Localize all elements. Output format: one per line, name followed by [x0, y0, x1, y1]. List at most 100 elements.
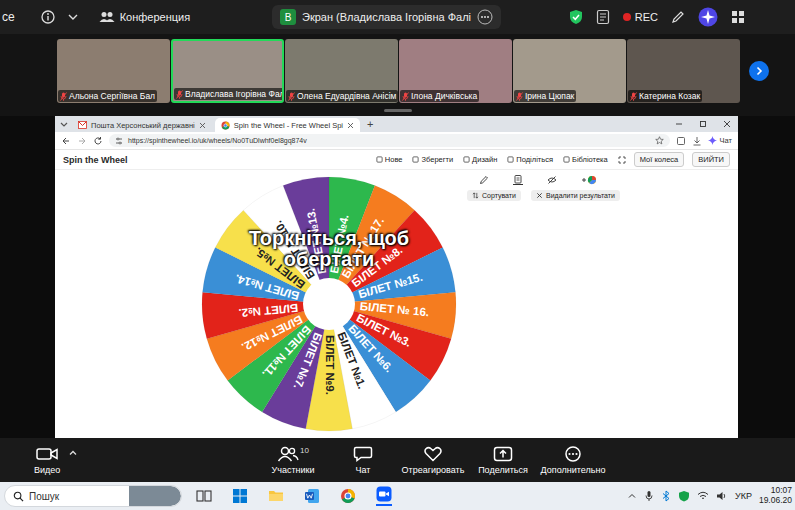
fullscreen-icon[interactable] — [618, 156, 626, 164]
menu-item[interactable]: Поділіться — [507, 155, 553, 164]
sort-button[interactable]: Сортувати — [467, 190, 521, 201]
more-icon — [563, 446, 583, 462]
spin-prompt[interactable]: Торкніться, щоб обертати — [219, 228, 439, 270]
clear-results-button[interactable]: Видалити результати — [531, 190, 620, 201]
results-icon[interactable] — [513, 174, 523, 185]
more-button[interactable]: Дополнительно — [538, 446, 608, 475]
participants-icon — [277, 446, 299, 462]
document-icon[interactable] — [596, 9, 610, 25]
my-wheels-button[interactable]: Мої колеса — [634, 152, 685, 167]
windows-start-icon[interactable] — [232, 488, 248, 504]
video-button[interactable]: Видео — [34, 446, 60, 475]
participants-button[interactable]: 10Участники — [258, 446, 328, 475]
chat-button[interactable]: Чат — [328, 446, 398, 475]
wheel[interactable]: БІЛЕТ №4.БІЛЕТ № 17.БІЛЕТ №8.БІЛЕТ №15.Б… — [201, 176, 457, 432]
video-options-icon[interactable] — [68, 448, 78, 458]
participant-tile[interactable]: Катерина Козак — [627, 39, 740, 103]
participant-name: Катерина Козак — [628, 90, 702, 102]
close-window-icon[interactable] — [722, 119, 732, 129]
resize-handle[interactable] — [0, 104, 795, 116]
edit-icon[interactable] — [479, 175, 489, 185]
more-options-icon[interactable] — [477, 9, 493, 25]
chevron-right-icon — [754, 66, 764, 76]
participant-tile[interactable]: Ірина Цюпак — [513, 39, 626, 103]
participant-tile[interactable]: Олена Едуардівна Анісім — [285, 39, 398, 103]
network-icon[interactable] — [697, 490, 709, 502]
menu-item[interactable]: Бібліотека — [563, 155, 608, 164]
browser-tab[interactable]: Spin the Wheel - Free Wheel Spi — [215, 118, 360, 132]
hide-icon[interactable] — [547, 175, 557, 185]
chevron-down-icon[interactable] — [67, 11, 79, 23]
site-favicon-icon — [221, 121, 230, 130]
clear-icon — [536, 192, 543, 199]
grid-view-icon[interactable] — [731, 10, 745, 24]
volume-icon[interactable] — [716, 490, 728, 502]
menu-item-icon — [376, 156, 383, 163]
participant-tile[interactable]: Владислава Ігорівна Фал — [171, 39, 284, 103]
screen-share-tab[interactable]: BЭкран (Владислава Ігорівна Фалі — [272, 5, 501, 29]
bookmark-star-icon[interactable] — [655, 136, 664, 145]
maximize-icon[interactable] — [698, 119, 708, 129]
windows-taskbar: Пошук УКР 10:0719.06.20 — [0, 482, 795, 510]
clock[interactable]: 10:0719.06.20 — [759, 486, 792, 506]
zoom-window: ceКонференцияBЭкран (Владислава Ігорівна… — [0, 0, 795, 510]
taskbar-search[interactable]: Пошук — [4, 485, 182, 507]
gemini-chat-button[interactable]: Чат — [708, 136, 732, 145]
forward-icon[interactable] — [77, 136, 87, 146]
react-button[interactable]: Отреагировать — [398, 446, 468, 475]
meeting-title[interactable]: Конференция — [99, 11, 190, 23]
segment-label: БІЛЕТ №2. — [238, 302, 299, 319]
security-icon[interactable] — [678, 490, 690, 502]
logout-button[interactable]: ВИЙТИ — [692, 152, 730, 167]
minimize-icon[interactable] — [674, 119, 684, 129]
search-icon — [13, 491, 24, 502]
participant-tile[interactable]: Ілона Дичківська — [399, 39, 512, 103]
close-tab-icon[interactable] — [347, 122, 354, 129]
participant-tile[interactable]: Альона Сергіївна Бал — [57, 39, 170, 103]
word-icon[interactable] — [304, 488, 320, 504]
back-icon[interactable] — [61, 136, 71, 146]
segment-label: БІЛЕТ №9. — [324, 335, 336, 395]
show-hidden-icons-icon[interactable] — [627, 491, 637, 501]
chrome-icon[interactable] — [340, 488, 356, 504]
site-info-icon[interactable] — [115, 137, 123, 145]
reload-icon[interactable] — [93, 136, 103, 146]
downloads-icon[interactable] — [692, 136, 702, 146]
muted-mic-icon — [516, 92, 523, 101]
menu-item[interactable]: Нове — [376, 155, 403, 164]
ai-companion-icon[interactable] — [698, 7, 718, 27]
wheel-hub — [303, 278, 355, 330]
wheel-graphic[interactable]: БІЛЕТ №4.БІЛЕТ № 17.БІЛЕТ №8.БІЛЕТ №15.Б… — [201, 176, 457, 432]
shared-screen: Пошта Херсонський державніSpin the Wheel… — [0, 116, 795, 438]
browser-window: Пошта Херсонський державніSpin the Wheel… — [55, 116, 738, 438]
zoom-app-button[interactable] — [376, 486, 392, 506]
site-logo[interactable]: Spin the Wheel — [63, 155, 128, 165]
bluetooth-icon[interactable] — [661, 490, 671, 502]
next-page-button[interactable] — [749, 61, 769, 81]
pen-icon[interactable] — [671, 10, 685, 24]
menu-item-icon — [563, 156, 570, 163]
menu-item[interactable]: Дизайн — [463, 155, 497, 164]
tab-list-icon[interactable] — [59, 119, 69, 129]
zoom-icon — [376, 486, 392, 502]
close-tab-icon[interactable] — [199, 122, 206, 129]
menu-item-icon — [412, 156, 419, 163]
muted-mic-icon — [288, 92, 295, 101]
menu-item[interactable]: Зберегти — [412, 155, 453, 164]
video-camera-icon — [36, 446, 58, 462]
share-screen-button[interactable]: Поделиться — [468, 446, 538, 475]
task-view-icon[interactable] — [196, 488, 212, 504]
extensions-icon[interactable] — [676, 136, 686, 146]
recording-indicator[interactable]: REC — [623, 11, 658, 23]
microphone-icon[interactable] — [644, 490, 654, 502]
keyboard-language[interactable]: УКР — [735, 491, 752, 501]
new-tab-button[interactable]: + — [363, 118, 377, 130]
shield-icon[interactable] — [569, 9, 583, 25]
file-explorer-icon[interactable] — [268, 488, 284, 504]
people-icon — [99, 11, 115, 23]
browser-tab[interactable]: Пошта Херсонський державні — [72, 118, 212, 132]
sharer-badge: B — [280, 9, 296, 25]
url-field[interactable]: https://spinthewheel.io/uk/wheels/No0TuD… — [109, 134, 670, 147]
info-icon[interactable] — [41, 10, 55, 24]
add-color-icon[interactable] — [581, 175, 597, 185]
